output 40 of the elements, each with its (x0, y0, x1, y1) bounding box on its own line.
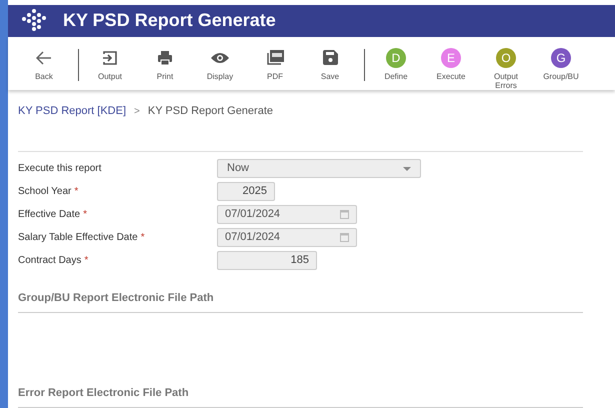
field-label: Effective Date (18, 208, 80, 222)
pdf-file-icon (266, 50, 284, 66)
breadcrumb-current: KY PSD Report Generate (148, 104, 274, 119)
toolbar-button[interactable]: Save (304, 46, 356, 81)
field-label: Salary Table Effective Date (18, 231, 138, 245)
date-field[interactable]: 07/01/2024 (217, 205, 357, 224)
breadcrumb-link[interactable]: KY PSD Report [KDE] (18, 102, 126, 120)
printer-icon (157, 50, 173, 66)
toolbar-button[interactable]: Back (18, 46, 70, 81)
back-arrow-icon (36, 50, 52, 65)
eye-icon (210, 52, 230, 64)
section-heading: Group/BU Report Electronic File Path (18, 292, 214, 304)
required-mark: * (74, 185, 78, 199)
window-title: KY PSD Report Generate (63, 9, 276, 32)
toolbar-button[interactable]: G Group/BU (535, 46, 587, 81)
section-heading: Error Report Electronic File Path (18, 387, 189, 399)
output-icon (102, 50, 118, 66)
toolbar-button[interactable]: PDF (249, 46, 301, 81)
required-mark: * (140, 231, 145, 245)
logo-icon (21, 9, 47, 32)
toolbar-button[interactable]: Output (84, 46, 136, 81)
save-icon (322, 50, 338, 66)
toolbar-button[interactable]: O Output Errors (480, 46, 532, 90)
calendar-icon (340, 233, 349, 242)
select-field[interactable]: Now (217, 159, 421, 178)
toolbar-button[interactable]: Print (139, 46, 191, 81)
field-label: Execute this report (18, 162, 102, 176)
required-mark: * (83, 208, 87, 222)
calendar-icon (340, 210, 349, 219)
field-label: Contract Days (18, 254, 82, 268)
toolbar-button[interactable]: Display (194, 46, 246, 81)
dropdown-caret-icon (403, 166, 411, 170)
input-field[interactable]: 2025 (217, 182, 275, 201)
toolbar-button[interactable]: E Execute (425, 46, 477, 81)
toolbar-button[interactable]: D Define (370, 46, 422, 81)
date-field[interactable]: 07/01/2024 (217, 228, 357, 247)
breadcrumb-separator: > (134, 104, 140, 119)
field-label: School Year (18, 185, 72, 199)
required-mark: * (84, 254, 88, 268)
input-field[interactable]: 185 (217, 251, 317, 270)
